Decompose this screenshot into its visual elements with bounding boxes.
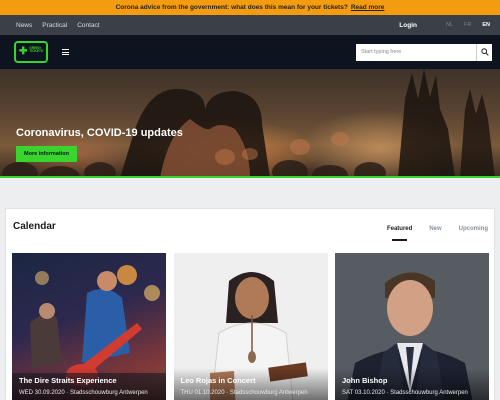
event-meta: WED 30.09.2020 · Stadsschouwburg Antwerp… [19, 390, 148, 396]
utility-bar: News Practical Contact Login NL FR EN [0, 15, 500, 35]
hero-title: Coronavirus, COVID-19 updates [16, 127, 183, 139]
event-date: WED 30.09.2020 [19, 390, 65, 396]
search-box [356, 43, 492, 61]
main-header: ✚ GREEN TICKETS [0, 35, 500, 69]
site-logo[interactable]: ✚ GREEN TICKETS [14, 41, 48, 63]
search-input[interactable] [356, 43, 476, 61]
event-date: THU 01.10.2020 [180, 390, 225, 396]
event-meta: THU 01.10.2020 · Stadsschouwburg Antwerp… [180, 390, 308, 396]
hamburger-menu-icon[interactable] [62, 49, 69, 55]
event-card[interactable]: John Bishop SAT 03.10.2020 · Stadsschouw… [335, 253, 489, 400]
language-nl[interactable]: NL [446, 22, 453, 28]
search-icon [480, 48, 489, 56]
event-date: SAT 03.10.2020 [342, 390, 385, 396]
language-fr[interactable]: FR [464, 22, 471, 28]
nav-item-practical[interactable]: Practical [42, 22, 67, 29]
event-name: John Bishop [342, 376, 388, 385]
utility-nav: News Practical Contact [16, 22, 110, 29]
more-information-button[interactable]: More information [16, 146, 77, 162]
event-name: Leo Rojas in Concert [180, 376, 256, 385]
tab-new[interactable]: New [429, 226, 441, 232]
search-button[interactable] [476, 43, 492, 61]
ticket-logo-icon: ✚ [19, 46, 28, 57]
calendar-tabs: Featured New Upcoming [370, 226, 488, 241]
corona-notice-banner: Corona advice from the government: what … [0, 0, 500, 15]
nav-item-news[interactable]: News [16, 22, 32, 29]
event-card[interactable]: Leo Rojas in Concert THU 01.10.2020 · St… [173, 253, 328, 400]
event-venue: Stadsschouwburg Antwerpen [390, 390, 468, 396]
logo-wordmark: GREEN TICKETS [29, 45, 44, 54]
calendar-title: Calendar [13, 221, 56, 232]
banner-text: Corona advice from the government: what … [115, 4, 348, 11]
login-link[interactable]: Login [399, 22, 417, 29]
utility-right: Login NL FR EN [399, 22, 490, 29]
calendar-section: Calendar Featured New Upcoming The Dire … [5, 208, 495, 400]
language-en[interactable]: EN [482, 22, 490, 28]
event-meta: SAT 03.10.2020 · Stadsschouwburg Antwerp… [342, 390, 468, 396]
event-list: The Dire Straits Experience WED 30.09.20… [12, 253, 497, 400]
banner-read-more-link[interactable]: Read more [351, 4, 385, 11]
tab-upcoming[interactable]: Upcoming [459, 226, 488, 232]
hero-accent-line [0, 176, 500, 178]
event-venue: Stadsschouwburg Antwerpen [229, 390, 308, 396]
event-card[interactable]: The Dire Straits Experience WED 30.09.20… [12, 253, 166, 400]
event-name: The Dire Straits Experience [19, 376, 117, 385]
tab-featured[interactable]: Featured [387, 226, 412, 241]
event-venue: Stadsschouwburg Antwerpen [70, 390, 148, 396]
nav-item-contact[interactable]: Contact [77, 22, 99, 29]
